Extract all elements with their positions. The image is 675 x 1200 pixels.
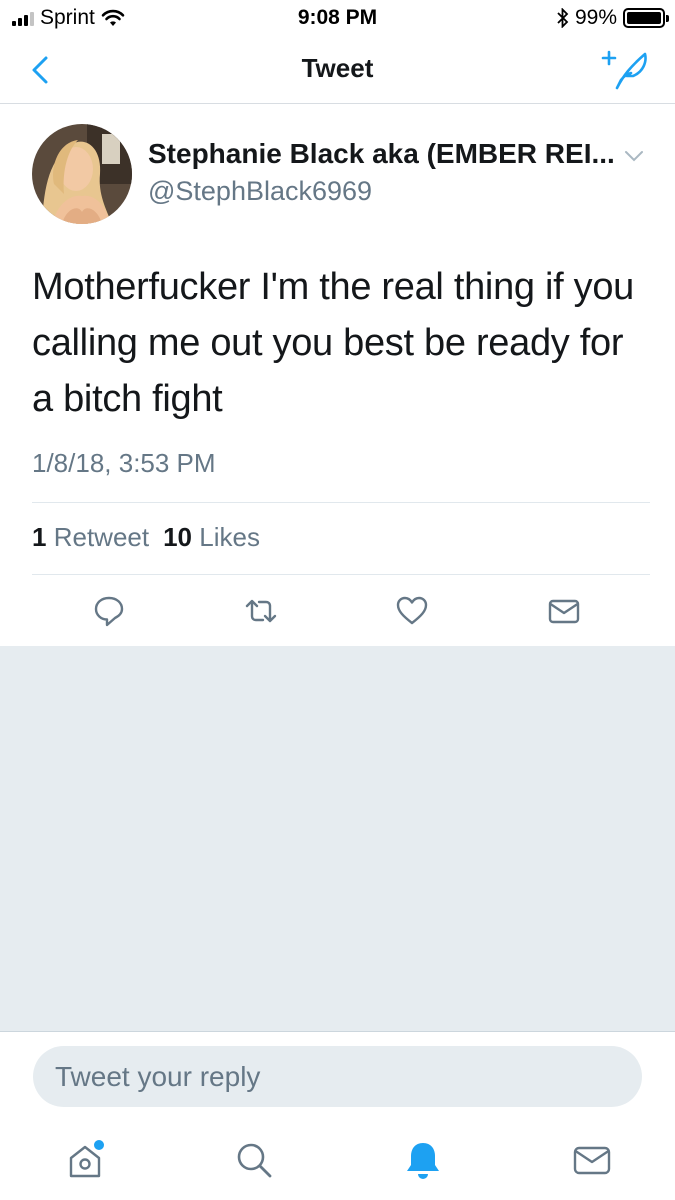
status-right: 99% [557, 6, 669, 30]
tweet-actions [0, 594, 675, 634]
chevron-down-icon[interactable] [622, 148, 646, 164]
tab-bar [0, 1125, 675, 1200]
messages-icon [573, 1146, 611, 1175]
like-label: Likes [199, 522, 260, 552]
back-button[interactable] [22, 50, 62, 90]
profile-photo-icon [32, 124, 132, 224]
battery-percentage: 99% [574, 6, 617, 29]
compose-tweet-button[interactable] [601, 46, 651, 92]
retweets-stat[interactable]: 1 Retweet [32, 522, 149, 553]
author-handle[interactable]: @StephBlack6969 [148, 176, 372, 207]
nav-bar: Tweet [0, 36, 675, 104]
direct-message-icon[interactable] [547, 594, 581, 628]
replies-area [0, 646, 675, 1032]
page-title: Tweet [301, 53, 374, 83]
search-icon [237, 1143, 272, 1178]
author-name[interactable]: Stephanie Black aka (EMBER REI... [148, 138, 620, 170]
retweet-icon[interactable] [244, 594, 278, 628]
retweet-label: Retweet [53, 522, 150, 552]
tweet-detail: Stephanie Black aka (EMBER REI... @Steph… [0, 104, 675, 646]
reply-icon[interactable] [92, 594, 126, 628]
divider [32, 502, 650, 503]
like-heart-icon[interactable] [395, 594, 429, 628]
bluetooth-icon [557, 8, 569, 28]
divider [32, 574, 650, 575]
avatar[interactable] [32, 124, 132, 224]
tab-notifications[interactable] [398, 1135, 448, 1185]
reply-bar [0, 1033, 675, 1125]
home-icon [69, 1140, 104, 1178]
status-bar: Sprint 9:08 PM 99% [0, 0, 675, 36]
tweet-text: Motherfucker I'm the real thing if you c… [32, 266, 635, 420]
tweet-timestamp: 1/8/18, 3:53 PM [32, 448, 216, 478]
notifications-icon [407, 1143, 439, 1179]
retweet-count: 1 [32, 522, 47, 552]
reply-input[interactable] [33, 1046, 642, 1107]
tab-search[interactable] [229, 1135, 279, 1185]
battery-fill [627, 12, 661, 24]
tab-messages[interactable] [567, 1135, 617, 1185]
battery-icon [623, 8, 669, 28]
like-count: 10 [163, 522, 193, 552]
tab-home[interactable] [60, 1135, 110, 1185]
likes-stat[interactable]: 10 Likes [163, 522, 260, 553]
tweet-stats: 1 Retweet 10 Likes [32, 522, 260, 553]
